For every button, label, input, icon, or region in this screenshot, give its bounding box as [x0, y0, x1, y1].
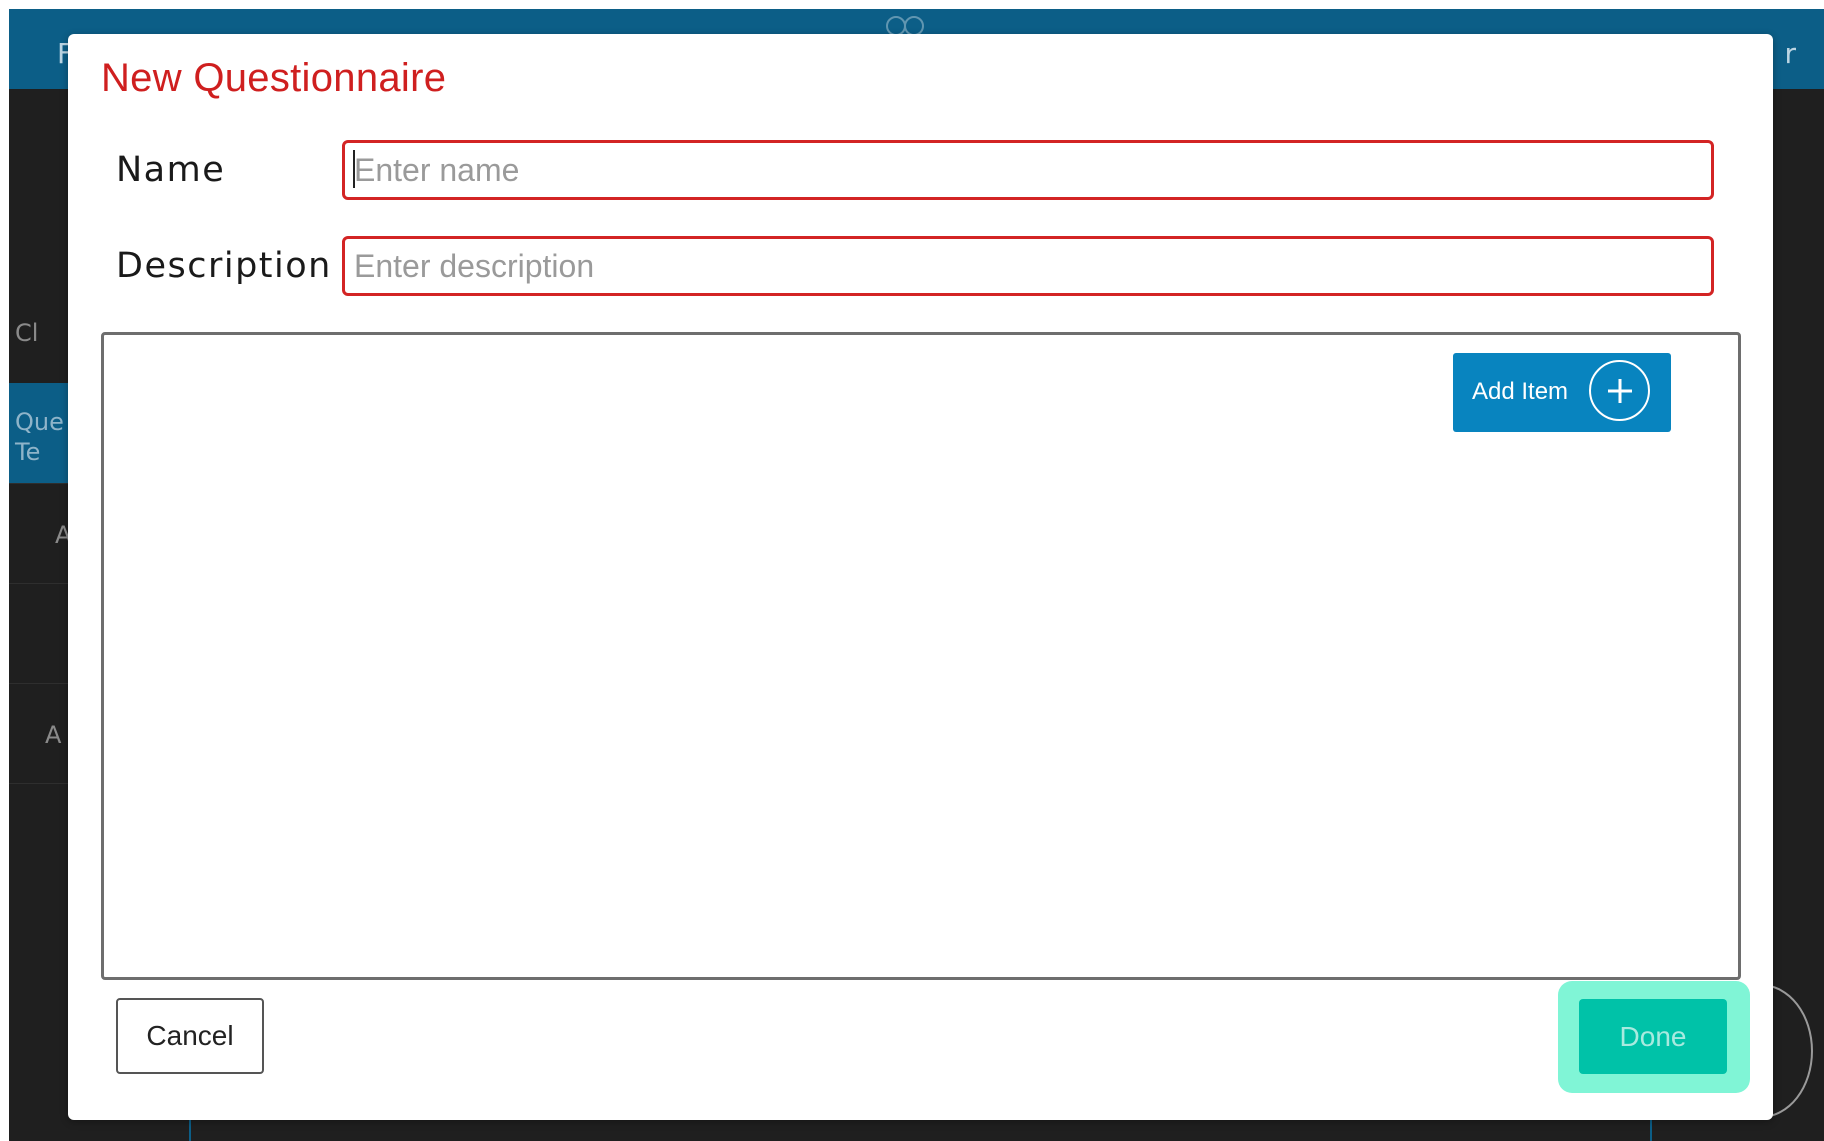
name-input[interactable]	[342, 140, 1714, 200]
description-input[interactable]	[342, 236, 1714, 296]
dialog-title: New Questionnaire	[101, 56, 447, 100]
questionnaire-items-panel: Add Item	[101, 332, 1741, 980]
name-label: Name	[116, 150, 226, 190]
sidebar-item-label: Que Te	[15, 408, 64, 466]
plus-circle-icon	[1589, 360, 1650, 421]
new-questionnaire-dialog: New Questionnaire Name Description Add I…	[68, 34, 1773, 1120]
done-button[interactable]: Done	[1579, 999, 1727, 1074]
background-divider	[189, 1119, 191, 1141]
header-right-text: r	[1784, 37, 1796, 70]
add-item-label: Add Item	[1472, 378, 1569, 405]
background-divider	[1650, 1119, 1652, 1141]
description-label: Description	[116, 246, 332, 286]
add-item-button[interactable]: Add Item	[1453, 353, 1671, 432]
cancel-button[interactable]: Cancel	[116, 998, 264, 1074]
text-cursor	[353, 150, 355, 188]
sidebar-item-label: A	[45, 721, 62, 749]
sidebar-item-label: Cl	[15, 319, 39, 347]
